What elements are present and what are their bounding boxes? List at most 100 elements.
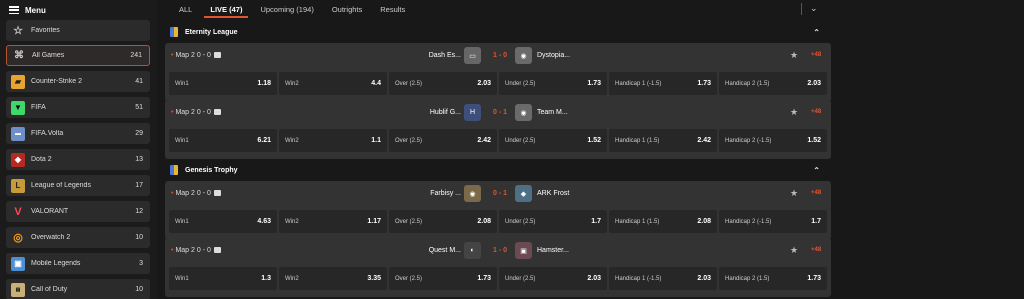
odd-button[interactable]: Win1 1.18 [169, 72, 277, 95]
odd-button[interactable]: Handicap 1 (-1.5) 1.73 [609, 72, 717, 95]
tab-live[interactable]: LIVE (47) [201, 0, 251, 19]
fifa-volta-icon: ▬ [11, 126, 25, 141]
odd-button[interactable]: Win2 1.1 [279, 129, 387, 152]
odd-button[interactable]: Handicap 2 (-1.5) 1.52 [719, 129, 827, 152]
right-empty-area [836, 0, 1024, 299]
odd-button[interactable]: Win2 3.35 [279, 267, 387, 290]
odd-label: Win2 [285, 80, 299, 87]
sidebar-item-count: 12 [135, 208, 143, 215]
sidebar-item-dota-2[interactable]: ◆ Dota 2 13 [6, 149, 150, 170]
map-status: • Map 2 0 - 0 [171, 109, 221, 116]
league-header[interactable]: Eternity League ⌃ [165, 23, 830, 41]
odd-button[interactable]: Under (2.5) 2.03 [499, 267, 607, 290]
more-markets-count[interactable]: +48 [811, 52, 821, 58]
match-info-row[interactable]: • Map 2 0 - 0 Hublif G... H 0 - 1 ◉ Team … [165, 100, 831, 125]
odd-button[interactable]: Win1 4.63 [169, 210, 277, 233]
sidebar-item-count: 3 [139, 260, 143, 267]
odd-button[interactable]: Win1 6.21 [169, 129, 277, 152]
menu-label: Menu [25, 5, 46, 15]
sidebar-item-fifa[interactable]: ▼ FIFA 51 [6, 97, 150, 118]
sidebar-item-label: Counter-Strike 2 [31, 78, 82, 85]
odd-label: Over (2.5) [395, 80, 423, 87]
team2-name: ARK Frost [537, 190, 570, 197]
sidebar-item-valorant[interactable]: V VALORANT 12 [6, 201, 150, 222]
sidebar-item-league-of-legends[interactable]: L League of Legends 17 [6, 175, 150, 196]
odd-button[interactable]: Handicap 1 (-1.5) 2.03 [609, 267, 717, 290]
sidebar-item-call-of-duty[interactable]: ▤ Call of Duty 10 [6, 279, 150, 299]
sidebar-item-counter-strike-2[interactable]: ▰ Counter-Strike 2 41 [6, 71, 150, 92]
sidebar-item-label: Favorites [31, 27, 60, 34]
odd-button[interactable]: Win2 4.4 [279, 72, 387, 95]
odd-label: Under (2.5) [505, 137, 536, 144]
chevron-up-icon[interactable]: ⌃ [813, 166, 820, 175]
match-info-row[interactable]: • Map 2 0 - 0 Dash Es... ▭ 1 - 0 ◉ Dystop… [165, 43, 831, 68]
odd-label: Win1 [175, 275, 189, 282]
more-markets-count[interactable]: +48 [811, 190, 821, 196]
double-chevron-down-icon[interactable]: ⌄ [810, 3, 818, 14]
team1-name: Farbisy ... [430, 190, 461, 197]
odd-button[interactable]: Over (2.5) 1.73 [389, 267, 497, 290]
more-markets-count[interactable]: +48 [811, 247, 821, 253]
odd-label: Win2 [285, 218, 299, 225]
tab-outrights[interactable]: Outrights [323, 0, 371, 19]
sidebar-item-count: 51 [135, 104, 143, 111]
menu-toggle[interactable]: Menu [0, 0, 157, 20]
match-info-row[interactable]: • Map 2 0 - 0 Quest M... ◐ 1 - 0 ▣ Hamste… [165, 238, 831, 263]
sidebar-item-all-games[interactable]: ⌘ All Games 241 [6, 45, 150, 66]
favorite-star-icon[interactable]: ★ [790, 188, 798, 199]
live-dot-icon: • [171, 247, 174, 254]
odd-button[interactable]: Under (2.5) 1.7 [499, 210, 607, 233]
map-label: Map 2 [175, 190, 195, 197]
odd-value: 1.73 [697, 80, 711, 87]
valorant-icon: V [14, 205, 22, 218]
odd-button[interactable]: Handicap 1 (1.5) 2.42 [609, 129, 717, 152]
favorite-star-icon[interactable]: ★ [790, 245, 798, 256]
odd-value: 1.17 [367, 218, 381, 225]
odd-label: Handicap 1 (-1.5) [615, 275, 662, 282]
odd-value: 1.52 [587, 137, 601, 144]
match-info-row[interactable]: • Map 2 0 - 0 Farbisy ... ◉ 0 - 1 ◆ ARK F… [165, 181, 831, 206]
stream-icon [213, 52, 221, 59]
odd-button[interactable]: Handicap 2 (1.5) 2.03 [719, 72, 827, 95]
odd-button[interactable]: Handicap 2 (-1.5) 1.7 [719, 210, 827, 233]
sidebar-item-fifa-volta[interactable]: ▬ FIFA.Volta 29 [6, 123, 150, 144]
sidebar-item-mobile-legends[interactable]: ▣ Mobile Legends 3 [6, 253, 150, 274]
odd-button[interactable]: Over (2.5) 2.08 [389, 210, 497, 233]
sidebar-item-label: Call of Duty [31, 286, 68, 293]
sidebar-item-overwatch-2[interactable]: ◎ Overwatch 2 10 [6, 227, 150, 248]
league-flag-icon [170, 165, 178, 175]
tab-results[interactable]: Results [371, 0, 414, 19]
sidebar-item-label: FIFA [31, 104, 46, 111]
map-score: 0 - 0 [196, 52, 211, 59]
odd-button[interactable]: Handicap 1 (1.5) 2.08 [609, 210, 717, 233]
dota2-icon: ◆ [11, 152, 25, 167]
odd-value: 1.73 [587, 80, 601, 87]
sidebar-item-count: 29 [135, 130, 143, 137]
team1-logo-icon: H [464, 104, 481, 121]
team2-logo-icon: ◆ [515, 185, 532, 202]
odd-button[interactable]: Over (2.5) 2.03 [389, 72, 497, 95]
tab-all[interactable]: ALL [170, 0, 201, 19]
team1-name: Dash Es... [428, 52, 461, 59]
more-markets-count[interactable]: +48 [811, 109, 821, 115]
odds-row: Win1 1.3 Win2 3.35 Over (2.5) 1.73 Under (2… [169, 267, 827, 290]
sidebar-item-label: Mobile Legends [31, 260, 81, 267]
odd-button[interactable]: Over (2.5) 2.42 [389, 129, 497, 152]
match-score: 0 - 1 [492, 109, 507, 116]
favorite-star-icon[interactable]: ★ [790, 50, 798, 61]
league-header[interactable]: Genesis Trophy ⌃ [165, 161, 830, 179]
odd-button[interactable]: Win2 1.17 [279, 210, 387, 233]
odd-button[interactable]: Win1 1.3 [169, 267, 277, 290]
favorite-star-icon[interactable]: ★ [790, 107, 798, 118]
odd-button[interactable]: Under (2.5) 1.73 [499, 72, 607, 95]
sidebar-item-label: Dota 2 [31, 156, 52, 163]
odd-value: 3.35 [367, 275, 381, 282]
tab-upcoming[interactable]: Upcoming (194) [251, 0, 322, 19]
odd-button[interactable]: Under (2.5) 1.52 [499, 129, 607, 152]
odd-button[interactable]: Handicap 2 (1.5) 1.73 [719, 267, 827, 290]
chevron-up-icon[interactable]: ⌃ [813, 28, 820, 37]
sidebar-item-favorites[interactable]: ☆ Favorites [6, 20, 150, 41]
sidebar-item-count: 10 [135, 286, 143, 293]
map-score: 0 - 0 [196, 247, 211, 254]
map-score: 0 - 0 [196, 190, 211, 197]
